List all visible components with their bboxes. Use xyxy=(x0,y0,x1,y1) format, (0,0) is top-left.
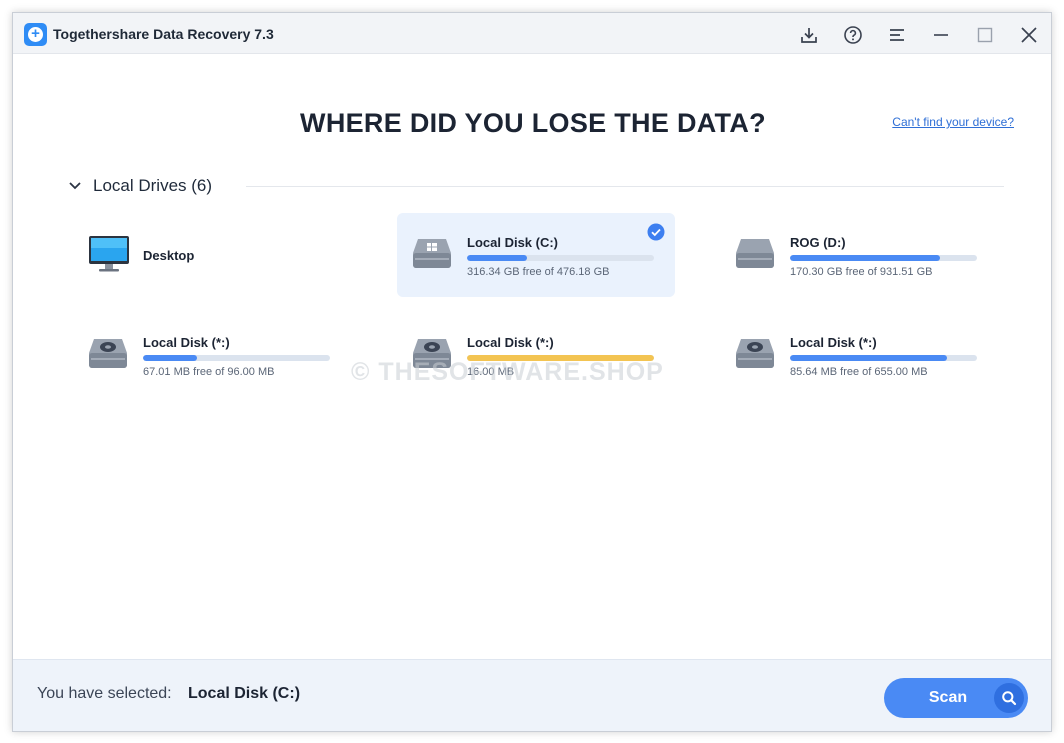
drive-free-space: 85.64 MB free of 655.00 MB xyxy=(790,366,928,378)
maximize-button[interactable] xyxy=(972,22,998,48)
minimize-icon xyxy=(934,34,948,36)
drive-name: Local Disk (*:) xyxy=(143,335,230,350)
maximize-icon xyxy=(977,27,993,43)
menu-icon xyxy=(890,29,904,41)
drive-name: Local Disk (*:) xyxy=(467,335,554,350)
drive-card-c[interactable]: Local Disk (C:) 316.34 GB free of 476.18… xyxy=(397,213,675,297)
app-logo-glyph: + xyxy=(31,25,40,42)
footer-bar: You have selected: Local Disk (C:) Scan xyxy=(13,659,1051,731)
import-button[interactable] xyxy=(796,22,822,48)
cant-find-device-link[interactable]: Can't find your device? xyxy=(892,115,1014,129)
drive-free-space: 170.30 GB free of 931.51 GB xyxy=(790,266,933,278)
menu-button[interactable] xyxy=(884,22,910,48)
drive-name: Desktop xyxy=(143,248,195,263)
help-button[interactable] xyxy=(840,22,866,48)
scan-label: Scan xyxy=(928,689,968,706)
scan-button[interactable]: Scan xyxy=(884,678,1028,718)
drive-card-local-1[interactable]: Local Disk (*:) 67.01 MB free of 96.00 M… xyxy=(73,313,351,397)
drive-card-local-3[interactable]: Local Disk (*:) 85.64 MB free of 655.00 … xyxy=(720,313,998,397)
import-icon xyxy=(801,28,817,43)
drive-name: ROG (D:) xyxy=(790,235,846,250)
drive-usage-bar xyxy=(790,355,977,361)
drive-free-space: 67.01 MB free of 96.00 MB xyxy=(143,366,275,378)
drive-name: Local Disk (*:) xyxy=(790,335,877,350)
drive-usage-fill xyxy=(143,355,198,361)
drive-icon xyxy=(88,335,128,376)
app-logo-icon: + xyxy=(24,23,47,46)
drive-name: Local Disk (C:) xyxy=(467,235,559,250)
drive-usage-bar xyxy=(143,355,330,361)
watermark: © THESOFTWARE.SHOP xyxy=(351,358,664,386)
close-icon xyxy=(1021,27,1037,43)
drive-usage-bar xyxy=(467,255,654,261)
drive-icon xyxy=(735,235,775,276)
section-title: Local Drives (6) xyxy=(93,176,213,195)
monitor-icon xyxy=(88,235,130,278)
drive-free-space: 316.34 GB free of 476.18 GB xyxy=(467,266,610,278)
title-bar: + Togethershare Data Recovery 7.3 xyxy=(13,13,1051,54)
chevron-down-icon xyxy=(69,182,81,190)
check-circle-icon xyxy=(647,223,665,241)
drive-usage-fill xyxy=(790,355,948,361)
minimize-button[interactable] xyxy=(928,22,954,48)
drive-usage-bar xyxy=(790,255,977,261)
app-window: + Togethershare Data Recovery 7.3 WHERE … xyxy=(12,12,1052,732)
app-title: Togethershare Data Recovery 7.3 xyxy=(53,26,274,42)
drive-usage-fill xyxy=(790,255,940,261)
drive-card-desktop[interactable]: Desktop xyxy=(73,213,351,297)
windows-drive-icon xyxy=(412,235,452,276)
drive-usage-fill xyxy=(467,255,527,261)
drive-icon xyxy=(735,335,775,376)
help-icon xyxy=(844,26,862,44)
drive-card-d[interactable]: ROG (D:) 170.30 GB free of 931.51 GB xyxy=(720,213,998,297)
selected-label: You have selected: xyxy=(37,685,172,702)
section-divider xyxy=(246,186,1004,187)
selected-value: Local Disk (C:) xyxy=(188,685,301,702)
search-icon xyxy=(994,683,1024,713)
close-button[interactable] xyxy=(1016,22,1042,48)
